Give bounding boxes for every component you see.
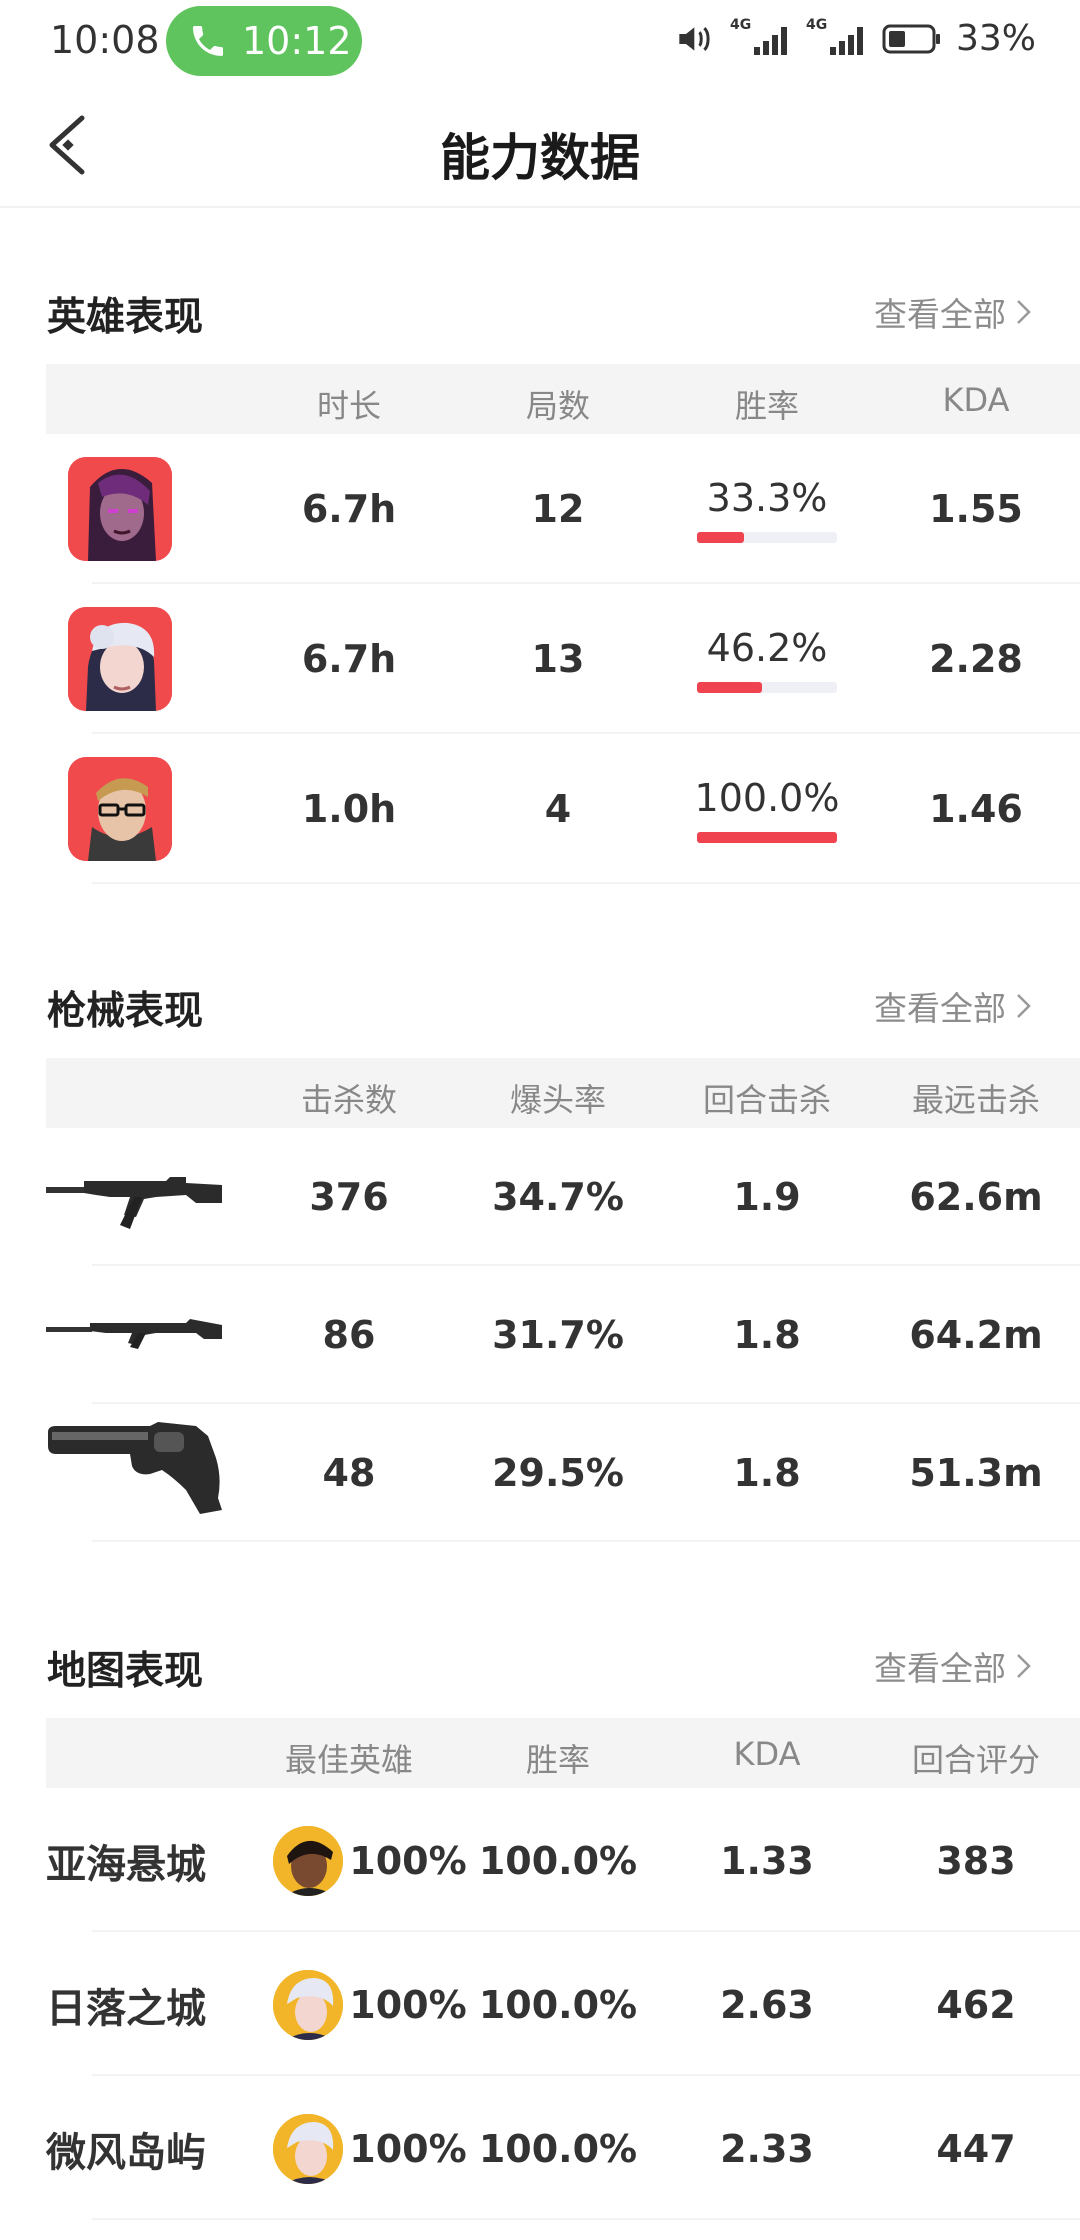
map-round-score: 383 [936, 1839, 1016, 1883]
page-title: 能力数据 [440, 129, 640, 187]
assault-rifle-icon [46, 1177, 222, 1229]
map-win-rate: 100.0% [478, 2127, 638, 2171]
revolver-icon [48, 1422, 222, 1514]
hero-games: 13 [531, 637, 585, 681]
status-time: 10:08 [50, 18, 160, 62]
hero-duration: 6.7h [301, 487, 397, 531]
weapon-longest-kill: 62.6m [909, 1175, 1043, 1219]
battery-percent: 33% [955, 18, 1036, 59]
column-header: 局数 [525, 387, 591, 425]
call-duration: 10:12 [242, 19, 352, 63]
map-section-title: 地图表现 [47, 1649, 204, 1694]
map-round-score: 462 [936, 1983, 1016, 2027]
map-row[interactable]: 微风岛屿 100% 100.0% 2.33 447 [46, 2076, 1080, 2220]
phone-icon [193, 26, 223, 56]
hero-purple-hair-icon [68, 457, 172, 561]
hero-view-all-button[interactable]: 查看全部 [874, 288, 1034, 336]
app-header: 能力数据 [0, 84, 1080, 208]
weapon-row[interactable]: 48 29.5% 1.8 51.3m [46, 1404, 1080, 1542]
map-row[interactable]: 亚海悬城 100% 100.0% 1.33 383 [46, 1788, 1080, 1932]
weapon-row[interactable]: 376 34.7% 1.9 62.6m [46, 1128, 1080, 1266]
hero-duration: 1.0h [301, 787, 397, 831]
weapon-view-all-button[interactable]: 查看全部 [874, 982, 1034, 1030]
weapon-table-header: 击杀数 爆头率 回合击杀 最远击杀 [46, 1058, 1080, 1128]
column-header: 回合评分 [911, 1741, 1041, 1779]
weapon-longest-kill: 51.3m [909, 1451, 1043, 1495]
map-name: 亚海悬城 [46, 1842, 206, 1888]
hero-win-rate: 33.3% [706, 476, 828, 520]
best-hero-rate: 100% [349, 1983, 467, 2027]
ongoing-call-pill[interactable]: 10:12 [166, 6, 362, 76]
column-header: 胜率 [525, 1741, 591, 1779]
white-hair-hero-avatar-icon [273, 2114, 343, 2184]
hero-kda: 1.55 [929, 487, 1023, 531]
column-header: 击杀数 [300, 1081, 398, 1119]
map-table-header: 最佳英雄 胜率 KDA 回合评分 [46, 1718, 1080, 1788]
weapon-row[interactable]: 86 31.7% 1.8 64.2m [46, 1266, 1080, 1404]
signal-icon: 4G [730, 17, 792, 59]
weapon-longest-kill: 64.2m [909, 1313, 1043, 1357]
map-kda: 2.63 [720, 1983, 814, 2027]
hero-row[interactable]: 6.7h 13 46.2% 2.28 [46, 584, 1080, 734]
map-kda: 2.33 [720, 2127, 814, 2171]
hero-games: 12 [531, 487, 585, 531]
chevron-right-icon [1017, 994, 1031, 1018]
white-hair-hero-avatar-icon [273, 1970, 343, 2040]
best-hero-rate: 100% [349, 1839, 467, 1883]
hero-glasses-icon [68, 757, 172, 861]
hero-row[interactable]: 6.7h 12 33.3% 1.55 [46, 434, 1080, 584]
weapon-round-kills: 1.9 [733, 1175, 801, 1219]
weapon-headshot-rate: 29.5% [492, 1451, 624, 1495]
chevron-right-icon [1017, 1654, 1031, 1678]
weapon-kills: 376 [309, 1175, 389, 1219]
hero-section-title: 英雄表现 [47, 295, 204, 340]
win-rate-bar [697, 532, 837, 543]
weapon-headshot-rate: 34.7% [492, 1175, 624, 1219]
rifle-icon [46, 1319, 222, 1349]
status-bar: 10:08 10:12 4G 4G 33% [0, 0, 1080, 84]
column-header: KDA [942, 381, 1010, 419]
battery-icon [882, 24, 940, 53]
map-win-rate: 100.0% [478, 1983, 638, 2027]
weapon-section-title: 枪械表现 [47, 989, 204, 1034]
column-header: KDA [733, 1735, 801, 1773]
map-row[interactable]: 日落之城 100% 100.0% 2.63 462 [46, 1932, 1080, 2076]
hero-white-hair-icon [68, 607, 172, 711]
weapon-kills: 86 [322, 1313, 376, 1357]
weapon-round-kills: 1.8 [733, 1451, 801, 1495]
weapon-round-kills: 1.8 [733, 1313, 801, 1357]
win-rate-bar [697, 682, 837, 693]
weapon-kills: 48 [322, 1451, 376, 1495]
map-kda: 1.33 [720, 1839, 814, 1883]
column-header: 胜率 [734, 387, 800, 425]
map-round-score: 447 [936, 2127, 1016, 2171]
volume-icon [679, 26, 710, 51]
win-rate-bar [697, 832, 837, 843]
hero-kda: 1.46 [929, 787, 1023, 831]
hero-kda: 2.28 [929, 637, 1023, 681]
signal-icon-2: 4G [806, 17, 868, 59]
hero-games: 4 [544, 787, 572, 831]
hero-win-rate: 100.0% [694, 776, 840, 820]
weapon-headshot-rate: 31.7% [492, 1313, 624, 1357]
map-name: 日落之城 [46, 1986, 206, 2032]
map-win-rate: 100.0% [478, 1839, 638, 1883]
best-hero-rate: 100% [349, 2127, 467, 2171]
hero-win-rate: 46.2% [706, 626, 828, 670]
column-header: 时长 [316, 387, 382, 425]
column-header: 回合击杀 [702, 1081, 832, 1119]
column-header: 爆头率 [509, 1081, 607, 1119]
column-header: 最远击杀 [911, 1081, 1041, 1119]
map-name: 微风岛屿 [46, 2130, 206, 2176]
dark-hero-avatar-icon [273, 1826, 343, 1896]
hero-table-header: 时长 局数 胜率 KDA [46, 364, 1080, 434]
hero-row[interactable]: 1.0h 4 100.0% 1.46 [46, 734, 1080, 884]
column-header: 最佳英雄 [284, 1741, 414, 1779]
map-view-all-button[interactable]: 查看全部 [874, 1642, 1034, 1690]
hero-duration: 6.7h [301, 637, 397, 681]
chevron-right-icon [1017, 300, 1031, 324]
